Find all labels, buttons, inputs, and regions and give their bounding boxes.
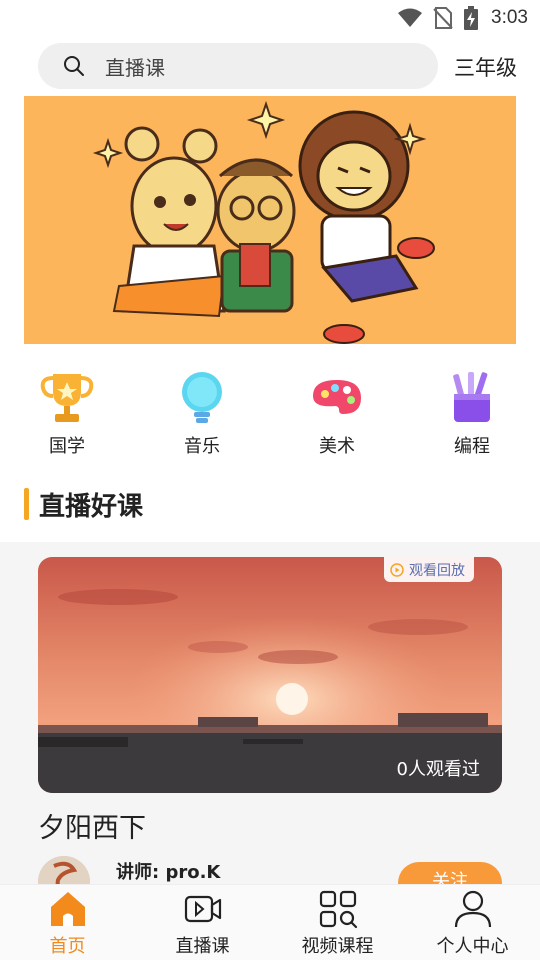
person-icon	[454, 890, 491, 928]
tab-live[interactable]: 直播课	[135, 885, 270, 960]
battery-charging-icon	[464, 6, 479, 30]
grade-selector[interactable]: 三年级	[454, 52, 517, 82]
tab-label: 个人中心	[436, 936, 509, 957]
tab-label: 直播课	[175, 936, 230, 957]
grid-search-icon	[319, 890, 357, 929]
clock: 3:03	[491, 7, 528, 28]
status-icons: 3:03	[397, 6, 528, 30]
section-accent-bar	[24, 488, 29, 520]
play-circle-icon	[390, 562, 404, 577]
category-guoxue[interactable]: 国学	[17, 370, 117, 458]
section-title: 直播好课	[39, 491, 144, 522]
follow-button[interactable]: 关注	[398, 862, 502, 884]
category-music[interactable]: 音乐	[152, 370, 252, 458]
tab-label: 首页	[49, 936, 86, 957]
trophy-icon	[40, 374, 94, 422]
replay-badge: 观看回放	[384, 557, 474, 582]
teacher-name: 讲师: pro.K	[116, 862, 221, 883]
search-placeholder: 直播课	[105, 55, 165, 80]
no-sim-icon	[433, 7, 453, 29]
category-label: 国学	[49, 436, 85, 457]
category-label: 美术	[319, 436, 355, 457]
bottom-tab-bar: 首页 直播课 视频课程 个人中心	[0, 884, 540, 960]
tab-video-courses[interactable]: 视频课程	[270, 885, 405, 960]
course-feed: 观看回放 0人观看过 夕阳西下 讲师: pro.K 关注	[0, 542, 540, 884]
wifi-icon	[398, 8, 423, 27]
pencil-cup-icon	[453, 372, 490, 422]
course-title[interactable]: 夕阳西下	[38, 806, 146, 845]
search-icon	[64, 56, 84, 76]
viewer-count: 0人观看过	[396, 759, 480, 780]
tab-label: 视频课程	[301, 936, 374, 957]
category-row: 国学 音乐 美术 编程	[0, 370, 540, 462]
status-bar: 3:03	[0, 0, 540, 36]
lightbulb-icon	[182, 372, 222, 423]
category-label: 编程	[454, 436, 490, 457]
video-camera-icon	[184, 895, 221, 923]
replay-label: 观看回放	[409, 562, 465, 579]
search-row: 直播课 三年级	[0, 43, 540, 89]
tab-home[interactable]: 首页	[0, 885, 135, 960]
search-input[interactable]: 直播课	[38, 43, 438, 89]
category-coding[interactable]: 编程	[422, 370, 522, 458]
promo-banner[interactable]	[24, 96, 516, 344]
cartoon-lions-illustration	[24, 96, 516, 344]
tab-profile[interactable]: 个人中心	[405, 885, 540, 960]
category-label: 音乐	[184, 436, 220, 457]
category-art[interactable]: 美术	[287, 370, 387, 458]
palette-icon	[313, 380, 361, 414]
avatar[interactable]	[38, 856, 90, 884]
course-thumbnail[interactable]: 观看回放 0人观看过	[38, 557, 502, 793]
teacher-avatar-image	[38, 856, 90, 884]
section-header: 直播好课	[24, 486, 143, 522]
home-icon	[50, 892, 85, 926]
